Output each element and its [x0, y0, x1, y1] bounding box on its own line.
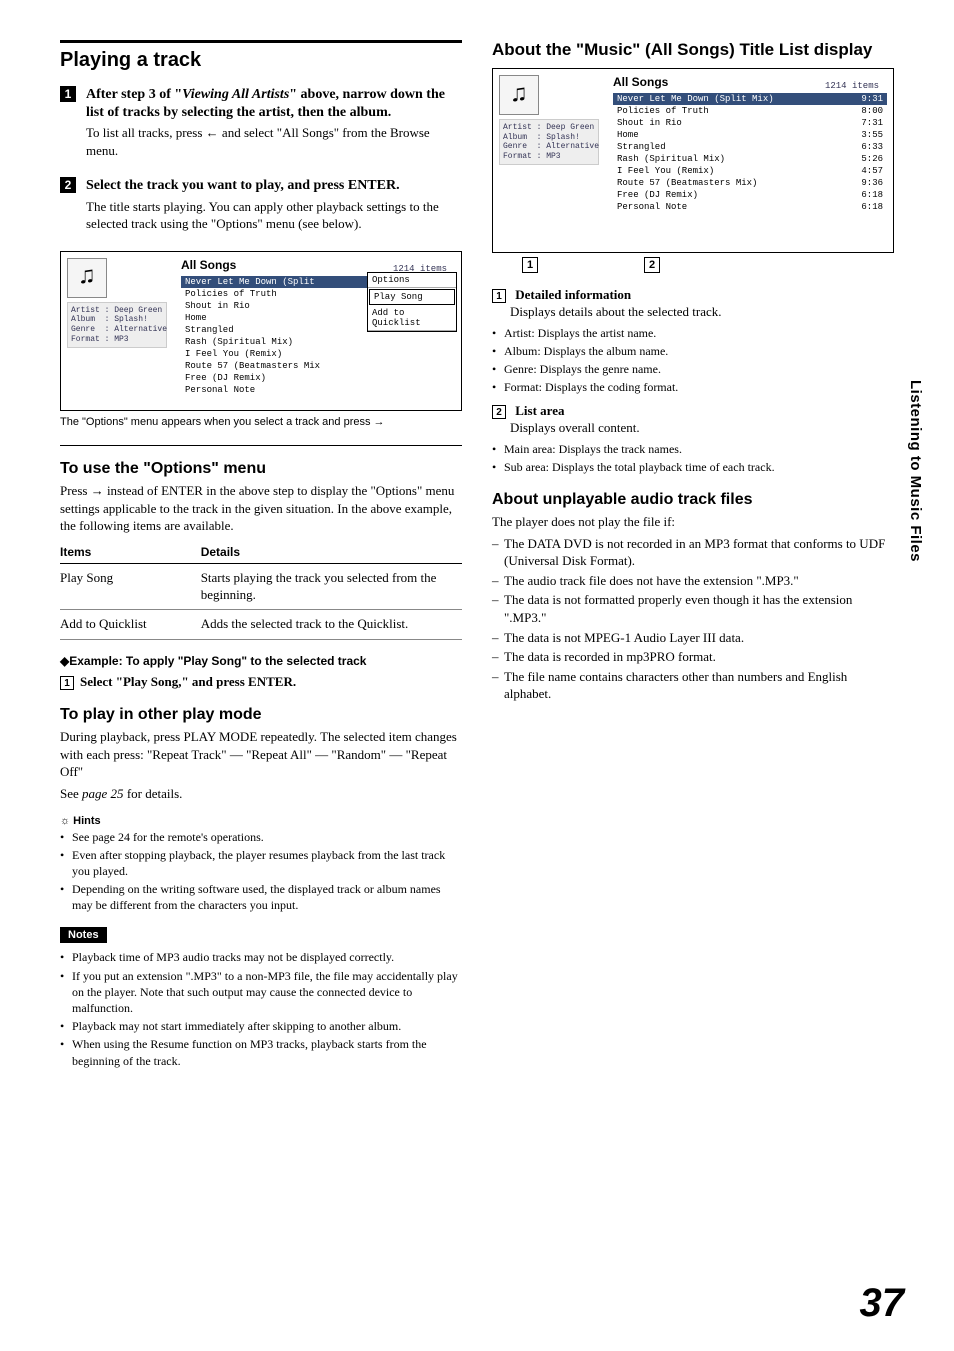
track-row: Route 57 (Beatmasters Mix	[181, 360, 455, 372]
popup-header: Options	[368, 273, 456, 288]
table-header: Items	[60, 541, 201, 564]
list-title: All Songs	[613, 75, 668, 89]
callout-number: 2	[492, 405, 506, 419]
playmode-body: During playback, press PLAY MODE repeate…	[60, 728, 462, 781]
track-row: Free (DJ Remix)6:18	[613, 189, 887, 201]
list-item: Depending on the writing software used, …	[60, 881, 462, 913]
list-item: If you put an extension ".MP3" to a non-…	[60, 968, 462, 1017]
list-item: The data is not MPEG-1 Audio Layer III d…	[492, 629, 894, 647]
item-count: 1214 items	[825, 81, 879, 91]
step1-pre: After step 3 of "	[86, 87, 182, 102]
list-item: Playback may not start immediately after…	[60, 1018, 462, 1034]
track-row: Personal Note6:18	[613, 201, 887, 213]
example-heading: ◆Example: To apply "Play Song" to the se…	[60, 654, 462, 668]
list-area-body: Displays overall content.	[510, 419, 894, 437]
step1-body: To list all tracks, press ← and select "…	[86, 124, 462, 159]
detailed-info-list: Artist: Displays the artist name. Album: …	[492, 325, 894, 396]
track-row: Personal Note	[181, 384, 455, 396]
see-pre: See	[60, 786, 82, 801]
list-item: The audio track file does not have the e…	[492, 572, 894, 590]
options-table: Items Details Play SongStarts playing th…	[60, 541, 462, 641]
see-post: for details.	[124, 786, 183, 801]
track-row: Never Let Me Down (Split Mix)9:31	[613, 93, 887, 105]
options-intro: Press → instead of ENTER in the above st…	[60, 482, 462, 535]
list-area-heading: List area	[515, 403, 564, 418]
list-item: The data is recorded in mp3PRO format.	[492, 648, 894, 666]
track-details: Artist : Deep Green Album : Splash! Genr…	[67, 302, 167, 348]
right-column: About the "Music" (All Songs) Title List…	[492, 40, 894, 1071]
notes-badge: Notes	[60, 927, 107, 943]
left-column: Playing a track 1 After step 3 of "Viewi…	[60, 40, 462, 1071]
right-heading: About the "Music" (All Songs) Title List…	[492, 40, 894, 60]
hints-heading: Hints	[60, 815, 462, 827]
list-item: See page 24 for the remote's operations.	[60, 829, 462, 845]
unplayable-lead: The player does not play the file if:	[492, 513, 894, 531]
list-item: Even after stopping playback, the player…	[60, 847, 462, 879]
track-row: Home3:55	[613, 129, 887, 141]
section-heading: Playing a track	[60, 49, 462, 72]
popup-item: Add to Quicklist	[368, 306, 456, 331]
list-item: Sub area: Displays the total playback ti…	[492, 459, 894, 475]
track-row: Strangled6:33	[613, 141, 887, 153]
table-header: Details	[201, 541, 462, 564]
detailed-info-heading: Detailed information	[515, 287, 631, 302]
see-link: page 25	[82, 786, 124, 801]
callout-number: 1	[492, 289, 506, 303]
example-step-number: 1	[60, 676, 74, 690]
track-row: Route 57 (Beatmasters Mix)9:36	[613, 177, 887, 189]
popup-item-selected: Play Song	[369, 289, 455, 305]
track-row: Free (DJ Remix)	[181, 372, 455, 384]
step-number-icon: 1	[60, 86, 76, 102]
unplayable-list: The DATA DVD is not recorded in an MP3 f…	[492, 535, 894, 703]
table-row: Play SongStarts playing the track you se…	[60, 563, 462, 610]
unplayable-heading: About unplayable audio track files	[492, 491, 894, 509]
list-item: The data is not formatted properly even …	[492, 591, 894, 626]
track-row: Shout in Rio7:31	[613, 117, 887, 129]
step-1: 1 After step 3 of "Viewing All Artists" …	[60, 86, 462, 163]
example-step: Select "Play Song," and press ENTER.	[80, 674, 296, 689]
list-item: Format: Displays the coding format.	[492, 379, 894, 395]
list-item: The file name contains characters other …	[492, 668, 894, 703]
options-popup: Options Play Song Add to Quicklist	[367, 272, 457, 332]
track-row: Rash (Spiritual Mix)5:26	[613, 153, 887, 165]
list-area-list: Main area: Displays the track names. Sub …	[492, 441, 894, 475]
notes-list: Playback time of MP3 audio tracks may no…	[60, 949, 462, 1068]
music-icon: ♫	[499, 75, 539, 115]
track-row: I Feel You (Remix)	[181, 348, 455, 360]
list-item: Playback time of MP3 audio tracks may no…	[60, 949, 462, 965]
list-item: Artist: Displays the artist name.	[492, 325, 894, 341]
options-heading: To use the "Options" menu	[60, 460, 462, 478]
side-tab: Listening to Music Files	[907, 380, 924, 562]
list-item: When using the Resume function on MP3 tr…	[60, 1036, 462, 1068]
list-item: Main area: Displays the track names.	[492, 441, 894, 457]
music-icon: ♫	[67, 258, 107, 298]
table-row: Add to QuicklistAdds the selected track …	[60, 610, 462, 640]
step2-head: Select the track you want to play, and p…	[86, 177, 462, 195]
track-row: Policies of Truth8:00	[613, 105, 887, 117]
step2-body: The title starts playing. You can apply …	[86, 198, 462, 233]
track-details: Artist : Deep Green Album : Splash! Genr…	[499, 119, 599, 165]
callout-1: 1	[522, 257, 538, 273]
detailed-info-body: Displays details about the selected trac…	[510, 303, 894, 321]
list-item: Genre: Displays the genre name.	[492, 361, 894, 377]
screenshot-title-list: ♫ Artist : Deep Green Album : Splash! Ge…	[492, 68, 894, 253]
screenshot-caption: The "Options" menu appears when you sele…	[60, 415, 462, 429]
list-title: All Songs	[181, 258, 236, 272]
list-item: The DATA DVD is not recorded in an MP3 f…	[492, 535, 894, 570]
list-item: Album: Displays the album name.	[492, 343, 894, 359]
step-number-icon: 2	[60, 177, 76, 193]
track-row: Rash (Spiritual Mix)	[181, 336, 455, 348]
track-row: I Feel You (Remix)4:57	[613, 165, 887, 177]
screenshot-options-menu: ♫ Artist : Deep Green Album : Splash! Ge…	[60, 251, 462, 411]
hints-list: See page 24 for the remote's operations.…	[60, 829, 462, 914]
page-number: 37	[860, 1281, 905, 1326]
callout-2: 2	[644, 257, 660, 273]
playmode-heading: To play in other play mode	[60, 706, 462, 724]
step-2: 2 Select the track you want to play, and…	[60, 177, 462, 236]
step1-ital: Viewing All Artists	[182, 87, 289, 102]
